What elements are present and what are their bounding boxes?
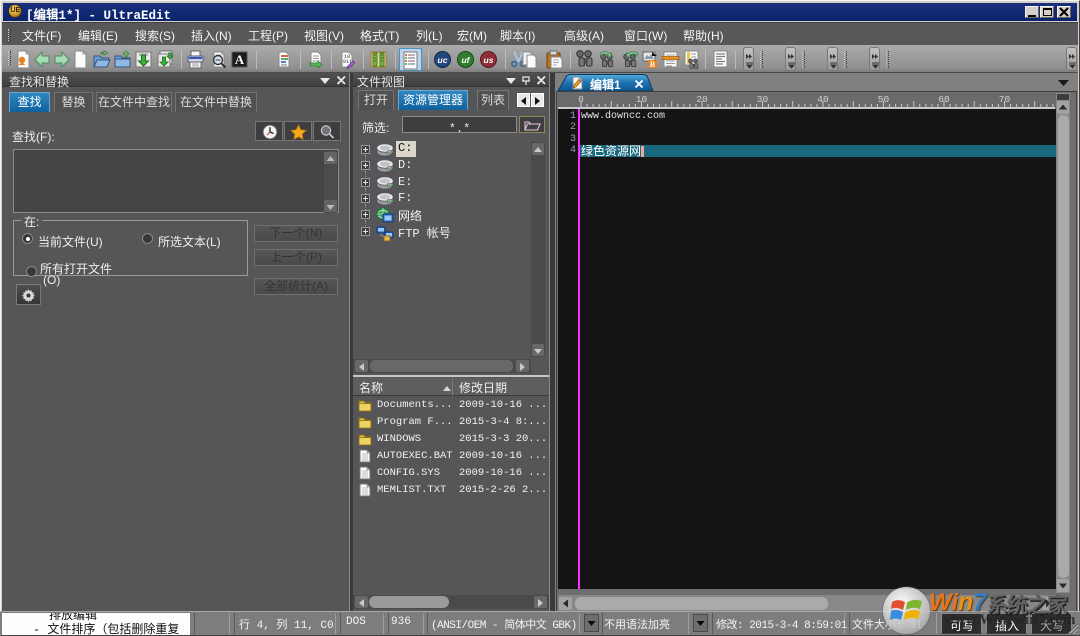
svg-text:uf: uf (461, 55, 470, 65)
svg-text:uc: uc (438, 55, 448, 65)
svg-text:us: us (484, 55, 494, 65)
svg-text:B: B (650, 60, 656, 69)
svg-text:A: A (235, 52, 245, 67)
